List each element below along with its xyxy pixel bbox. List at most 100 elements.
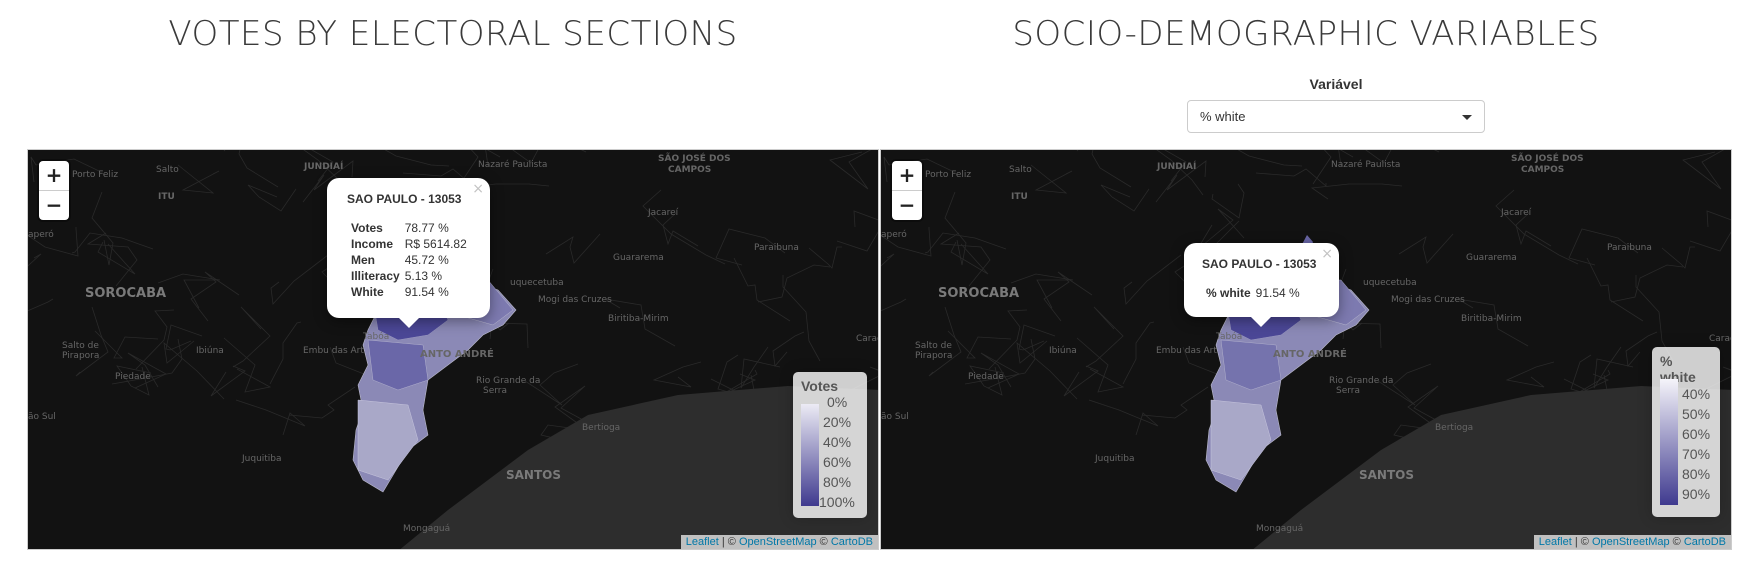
map-label: Salto de: [62, 341, 99, 351]
popup-table: Votes 78.77 % Income R$ 5614.82 Men 45.72 %…: [351, 220, 471, 300]
popup-value: 45.72 %: [404, 253, 449, 267]
votes-map[interactable]: Porto Feliz Salto JUNDIAÍ Nazaré Paulist…: [27, 149, 879, 550]
map-label: Mogi das Cruzes: [538, 295, 612, 305]
white-legend: % white 40% 50% 60% 70% 80% 90%: [1652, 347, 1720, 517]
map-label: Serra: [483, 386, 508, 396]
legend-label: 60%: [823, 454, 852, 470]
popup-table: % white 91.54 %: [1206, 285, 1304, 301]
zoom-in-button[interactable]: +: [892, 161, 922, 191]
popup-row: Men 45.72 %: [351, 252, 471, 268]
legend-label: 40%: [823, 434, 852, 450]
osm-link[interactable]: OpenStreetMap: [1592, 536, 1670, 548]
legend-label: 0%: [827, 394, 848, 410]
close-icon[interactable]: ×: [472, 181, 484, 197]
feature-popup: × SAO PAULO - 13053 Votes 78.77 % Income R…: [327, 178, 490, 328]
popup-value: R$ 5614.82: [404, 237, 467, 251]
map-label: Tabóa: [363, 332, 390, 342]
popup-row: % white 91.54 %: [1206, 285, 1304, 301]
close-icon[interactable]: ×: [1321, 246, 1333, 262]
map-label: Guararema: [1466, 253, 1517, 263]
map-label: Serra: [1336, 386, 1361, 396]
votes-legend: Votes 0% 20% 40% 60% 80% 100%: [793, 372, 867, 518]
legend-label: 60%: [1682, 426, 1711, 442]
left-panel-title: VOTES BY ELECTORAL SECTIONS: [168, 14, 738, 54]
osm-link[interactable]: OpenStreetMap: [739, 536, 817, 548]
feature-popup: × SAO PAULO - 13053 % white 91.54 %: [1184, 243, 1339, 327]
map-label: Salto de: [915, 341, 952, 351]
map-label: Juquitiba: [1095, 454, 1135, 464]
map-label: JUNDIAÍ: [304, 162, 344, 172]
map-label: Nazaré Paulista: [1331, 160, 1401, 170]
attribution-separator: ©: [816, 536, 831, 548]
map-label: Ibiúna: [1049, 346, 1077, 356]
legend-label: 50%: [1682, 406, 1711, 422]
zoom-control: + −: [39, 161, 69, 220]
right-panel-title: SOCIO-DEMOGRAPHIC VARIABLES: [1012, 14, 1600, 54]
map-label: Caraguat: [856, 334, 878, 344]
map-label: SANTOS: [506, 468, 562, 482]
map-label: Nazaré Paulista: [478, 160, 548, 170]
map-label: SÃO JOSÉ DOS: [658, 154, 731, 164]
map-label: ITU: [1011, 192, 1028, 202]
map-label: ão Sul: [881, 412, 909, 422]
legend-label: 70%: [1682, 446, 1711, 462]
map-label: Bertioga: [1435, 423, 1474, 433]
zoom-out-button[interactable]: −: [892, 191, 922, 220]
map-label: CAMPOS: [668, 165, 712, 175]
map-label: Biritiba-Mirim: [1461, 314, 1522, 324]
map-label: Pirapora: [915, 351, 953, 361]
map-label: Salto: [1009, 165, 1032, 175]
map-label: ANTO ANDRÉ: [1273, 349, 1347, 360]
leaflet-link[interactable]: Leaflet: [686, 536, 719, 548]
map-label: SOROCABA: [938, 286, 1020, 301]
map-label: Porto Feliz: [72, 170, 119, 180]
map-label: Biritiba-Mirim: [608, 314, 669, 324]
map-label: Jacareí: [1501, 208, 1532, 218]
popup-tip: [1251, 317, 1271, 327]
attribution-separator: | ©: [1571, 536, 1592, 548]
map-attribution: Leaflet | © OpenStreetMap © CartoDB: [680, 535, 878, 549]
zoom-control: + −: [892, 161, 922, 220]
map-label: aperó: [28, 230, 54, 240]
legend-label: 80%: [1682, 466, 1711, 482]
legend-label: 40%: [1682, 386, 1711, 402]
map-label: JUNDIAÍ: [1157, 162, 1197, 172]
popup-row: White 91.54 %: [351, 284, 471, 300]
map-label: aperó: [881, 230, 907, 240]
leaflet-link[interactable]: Leaflet: [1539, 536, 1572, 548]
map-label: Caraguat: [1709, 334, 1731, 344]
legend-label: 100%: [819, 494, 855, 510]
legend-label: 90%: [1682, 486, 1711, 502]
popup-key: Men: [351, 253, 375, 267]
map-label: Porto Feliz: [925, 170, 972, 180]
zoom-in-button[interactable]: +: [39, 161, 69, 191]
popup-key: % white: [1206, 286, 1251, 300]
variable-select[interactable]: % white: [1187, 100, 1485, 133]
variable-select-value: % white: [1200, 109, 1246, 124]
carto-link[interactable]: CartoDB: [1684, 536, 1726, 548]
popup-title: SAO PAULO - 13053: [347, 192, 462, 206]
legend-title: Votes: [801, 378, 839, 394]
carto-link[interactable]: CartoDB: [831, 536, 873, 548]
map-label: Juquitiba: [242, 454, 282, 464]
popup-row: Illiteracy 5.13 %: [351, 268, 471, 284]
zoom-out-button[interactable]: −: [39, 191, 69, 220]
map-label: SANTOS: [1359, 468, 1415, 482]
map-label: Piedade: [115, 372, 151, 382]
popup-key: Votes: [351, 221, 383, 235]
variable-select-label: Variável: [1309, 76, 1363, 92]
popup-tip: [399, 318, 419, 328]
popup-key: White: [351, 285, 384, 299]
map-label: Rio Grande da: [1329, 376, 1394, 386]
map-label: Bertioga: [582, 423, 621, 433]
popup-value: 91.54 %: [404, 285, 449, 299]
sociodemographic-map[interactable]: Porto Feliz Salto JUNDIAÍ Nazaré Paulist…: [880, 149, 1732, 550]
map-label: Mogi das Cruzes: [1391, 295, 1465, 305]
map-label: Paraibuna: [1607, 243, 1652, 253]
popup-key: Income: [351, 237, 394, 251]
map-label: uquecetuba: [1363, 278, 1417, 288]
map-label: ão Sul: [28, 412, 56, 422]
popup-row: Income R$ 5614.82: [351, 236, 471, 252]
map-label: CAMPOS: [1521, 165, 1565, 175]
map-label: SÃO JOSÉ DOS: [1511, 154, 1584, 164]
